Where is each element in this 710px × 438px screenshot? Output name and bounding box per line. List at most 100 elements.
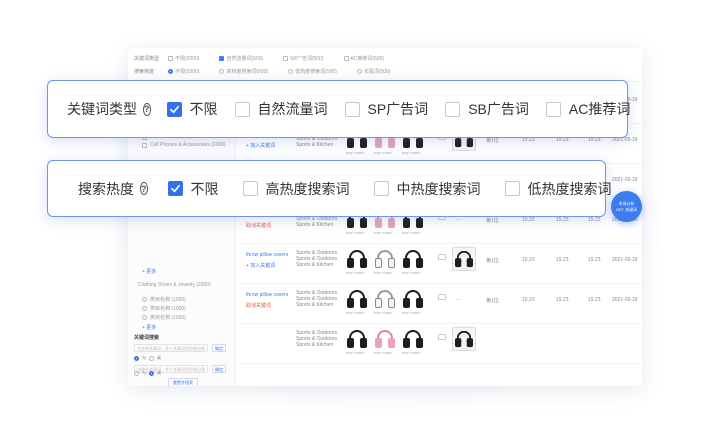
ear-cup-shape: [455, 338, 462, 348]
mini-checkbox[interactable]: [343, 55, 349, 61]
product-card[interactable]: B08LYT6BBH: [402, 248, 424, 275]
sidebar-subitem-label: 类目名称 (1000): [150, 297, 186, 303]
option-label: 低热度搜索词: [527, 180, 612, 197]
ear-cup-shape: [416, 218, 423, 228]
radio-and[interactable]: [134, 355, 139, 361]
sidebar-subitem[interactable]: 类目名称 (1000): [142, 296, 186, 303]
product-card[interactable]: B08LYT6BBH: [402, 288, 424, 315]
checkbox[interactable]: [167, 181, 183, 196]
add-keyword-link[interactable]: + 加入关键词: [246, 262, 275, 269]
product-card[interactable]: B08LYT6BBH: [346, 248, 368, 275]
ear-cup-shape: [403, 338, 410, 348]
keyword-type-option[interactable]: 自然流量词: [234, 99, 328, 119]
search-heat-option[interactable]: 不限: [167, 179, 219, 199]
apply-button[interactable]: 确定: [212, 344, 226, 352]
radio-or[interactable]: [149, 355, 154, 361]
checkbox[interactable]: [504, 181, 520, 196]
sidebar-radio[interactable]: [142, 297, 147, 302]
asin-label: B08LYT6BBH: [402, 271, 421, 275]
asin-label: B08LYT6BBH: [374, 351, 393, 355]
keyword-link[interactable]: throw pillow covers: [246, 292, 288, 298]
mini-checkbox[interactable]: [168, 55, 173, 61]
ear-cup-shape: [375, 298, 382, 308]
expand-box[interactable]: [438, 254, 446, 260]
product-card[interactable]: B08LYT6BBH: [374, 248, 396, 275]
headphones-icon: [402, 248, 424, 270]
sidebar-radio[interactable]: [142, 315, 147, 320]
radio-and[interactable]: [134, 370, 139, 376]
product-card[interactable]: B08LYT6BBH: [374, 328, 396, 355]
ear-cup-shape: [416, 338, 423, 348]
checkbox[interactable]: [166, 101, 182, 117]
asin-label: B08LYT6BBH: [374, 151, 393, 155]
mini-filter-option[interactable]: 不限(2000): [168, 55, 199, 62]
mini-checkbox[interactable]: [283, 55, 289, 61]
question-circle-icon[interactable]: ?: [143, 102, 151, 116]
checkbox[interactable]: [234, 101, 250, 117]
mini-filter-option[interactable]: 低热度搜索词(500): [288, 68, 337, 75]
cell-n4: 15.23: [588, 257, 601, 263]
checkbox[interactable]: [344, 101, 360, 117]
ear-cup-shape: [416, 258, 423, 268]
radio-or[interactable]: [149, 370, 154, 376]
mini-checkbox[interactable]: [219, 55, 225, 61]
cell-n1: 第1位: [486, 218, 499, 224]
product-thumbnail[interactable]: [452, 327, 476, 351]
cell-n4: 15.23: [588, 297, 601, 303]
apply-button[interactable]: 确定: [212, 365, 226, 373]
and-or-radio-group[interactable]: 与或: [134, 355, 161, 361]
search-heat-option[interactable]: 高热度搜索词: [242, 179, 350, 199]
mini-filter-option[interactable]: SP广告词(500): [283, 55, 324, 62]
mini-radio[interactable]: [219, 68, 225, 74]
checkmark-icon: [169, 105, 179, 113]
keyword-link[interactable]: throw pillow covers: [246, 252, 288, 258]
mini-filter-option[interactable]: AC推荐词(500): [343, 55, 384, 62]
mini-filter-option[interactable]: 长尾词(500): [356, 68, 391, 75]
mini-radio[interactable]: [288, 68, 294, 74]
ear-cup-shape: [347, 298, 354, 308]
mini-radio[interactable]: [168, 68, 173, 74]
sidebar-radio[interactable]: [142, 306, 147, 311]
keyword-type-option[interactable]: 不限: [166, 99, 218, 119]
sidebar-more-link[interactable]: + 更多: [142, 268, 156, 275]
floating-action-button[interactable]: 市场分析 GET 关键词: [611, 191, 642, 222]
remove-keyword-link[interactable]: 取消关键词: [246, 222, 271, 229]
reset-search-button[interactable]: 重置并搜索: [168, 378, 198, 386]
product-thumbnail[interactable]: [452, 247, 476, 271]
and-or-radio-group[interactable]: 与或: [134, 370, 161, 376]
expand-box[interactable]: [438, 334, 446, 340]
checkbox[interactable]: [545, 101, 561, 117]
mini-filter-option[interactable]: 高热度搜索词(500): [219, 68, 268, 75]
sidebar-subitem[interactable]: 类目名称 (1000): [142, 314, 186, 321]
checkbox[interactable]: [373, 181, 389, 196]
include-keyword-input[interactable]: 包含的关键词，多个关键词用空格分隔: [134, 344, 208, 352]
search-heat-option[interactable]: 中热度搜索词: [373, 179, 481, 199]
search-heat-option[interactable]: 低热度搜索词: [504, 179, 612, 199]
add-keyword-link[interactable]: + 加入关键词: [246, 142, 275, 149]
sidebar-item[interactable]: Cell Phones & Accessories (2000): [142, 142, 226, 148]
product-card[interactable]: B08LYT6BBH: [374, 288, 396, 315]
sidebar-subitem[interactable]: 类目名称 (1000): [142, 305, 186, 312]
keyword-type-option[interactable]: SP广告词: [344, 99, 428, 119]
checkbox[interactable]: [445, 101, 461, 117]
keyword-type-option[interactable]: SB广告词: [445, 99, 529, 119]
product-card[interactable]: B08LYT6BBH: [346, 328, 368, 355]
sidebar-category[interactable]: Clothing Shoes & Jewelry (2000): [138, 282, 211, 288]
product-card[interactable]: B08LYT6BBH: [346, 288, 368, 315]
remove-keyword-link[interactable]: 取消关键词: [246, 302, 271, 309]
sidebar-more-link[interactable]: + 更多: [142, 324, 156, 331]
mini-filter-option[interactable]: 不限(2000): [168, 68, 199, 75]
checkbox[interactable]: [242, 181, 258, 196]
product-card[interactable]: B08LYT6BBH: [402, 328, 424, 355]
cell-n3: 15.23: [556, 297, 569, 303]
ear-cup-shape: [403, 298, 410, 308]
ear-cup-shape: [466, 138, 473, 148]
question-circle-icon[interactable]: ?: [140, 182, 148, 195]
keyword-type-option[interactable]: AC推荐词: [545, 99, 630, 119]
mini-filter-option[interactable]: 自然流量词(500): [219, 55, 263, 62]
expand-box[interactable]: [438, 294, 446, 300]
sidebar-checkbox[interactable]: [142, 142, 147, 148]
mini-radio[interactable]: [356, 68, 362, 74]
mini-filter-label: 搜索热度: [134, 68, 155, 75]
empty-dash: —: [456, 297, 461, 303]
